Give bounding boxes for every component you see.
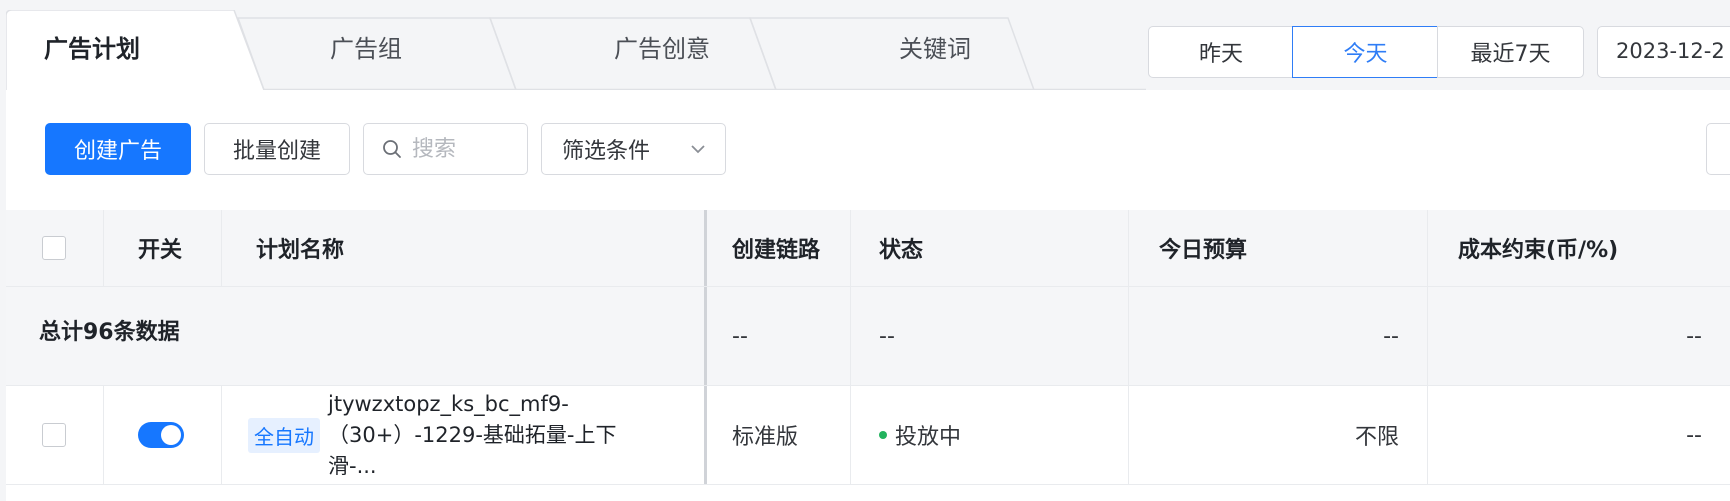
header-cost-constraint: 成本约束(币/%) bbox=[1458, 238, 1619, 263]
total-label: 总计96条数据 bbox=[6, 287, 707, 385]
tab-bar: 广告计划 广告组 广告创意 关键词 昨天 今天 最近7天 2023-12-2 bbox=[6, 10, 1730, 90]
filter-label: 筛选条件 bbox=[562, 139, 651, 164]
total-status: -- bbox=[851, 287, 1129, 385]
toggle-knob bbox=[161, 425, 181, 445]
row-create-link: 标准版 bbox=[707, 386, 851, 484]
status-dot bbox=[879, 431, 887, 439]
row-checkbox[interactable] bbox=[42, 423, 66, 447]
date-picker[interactable]: 2023-12-2 bbox=[1597, 26, 1730, 78]
date-option-last-7-days[interactable]: 最近7天 bbox=[1437, 26, 1584, 78]
batch-create-button[interactable]: 批量创建 bbox=[204, 123, 350, 175]
row-plan-name-cell: 全自动 jtywzxtopz_ks_bc_mf9-（30+）-1229-基础拓量… bbox=[222, 386, 707, 484]
row-switch-cell bbox=[104, 386, 222, 484]
select-all-checkbox[interactable] bbox=[42, 236, 66, 260]
status-text: 投放中 bbox=[895, 425, 962, 450]
row-select-cell bbox=[6, 386, 104, 484]
total-budget: -- bbox=[1129, 287, 1428, 385]
table-total-row: 总计96条数据 -- -- -- -- bbox=[6, 287, 1730, 386]
tab-ad-creative[interactable]: 广告创意 bbox=[614, 34, 710, 64]
tab-ad-group[interactable]: 广告组 bbox=[330, 34, 402, 64]
row-cost-constraint: -- bbox=[1686, 422, 1702, 448]
search-icon bbox=[383, 140, 401, 158]
header-budget: 今日预算 bbox=[1129, 210, 1428, 286]
total-create-link: -- bbox=[707, 287, 851, 385]
search-input[interactable] bbox=[410, 135, 524, 163]
search-box bbox=[363, 123, 528, 175]
tab-ad-plan[interactable]: 广告计划 bbox=[44, 34, 140, 64]
plan-toggle-switch[interactable] bbox=[138, 422, 184, 448]
tab-shapes bbox=[6, 10, 1146, 90]
toolbar-right-control[interactable] bbox=[1706, 123, 1730, 175]
header-status: 状态 bbox=[851, 210, 1129, 286]
auto-tag: 全自动 bbox=[248, 417, 320, 453]
total-cost-constraint: -- bbox=[1686, 323, 1702, 349]
table-header-row: 开关 计划名称 创建链路 状态 今日预算 成本约束(币/%) bbox=[6, 210, 1730, 287]
create-ad-button[interactable]: 创建广告 bbox=[45, 123, 191, 175]
date-option-today[interactable]: 今天 bbox=[1292, 26, 1439, 78]
row-budget[interactable]: 不限 bbox=[1129, 386, 1428, 484]
filter-select[interactable]: 筛选条件 bbox=[541, 123, 726, 175]
row-status-cell: 投放中 bbox=[851, 386, 1129, 484]
header-plan-name: 计划名称 bbox=[222, 210, 707, 286]
header-create-link: 创建链路 bbox=[707, 210, 851, 286]
table-row[interactable]: 全自动 jtywzxtopz_ks_bc_mf9-（30+）-1229-基础拓量… bbox=[6, 386, 1730, 485]
header-select-cell bbox=[6, 210, 104, 286]
date-option-yesterday[interactable]: 昨天 bbox=[1148, 26, 1294, 78]
plan-name-link[interactable]: jtywzxtopz_ks_bc_mf9-（30+）-1229-基础拓量-上下滑… bbox=[328, 389, 628, 482]
chevron-down-icon bbox=[691, 145, 705, 154]
ad-management-panel: 广告计划 广告组 广告创意 关键词 昨天 今天 最近7天 2023-12-2 创… bbox=[6, 10, 1730, 501]
header-switch: 开关 bbox=[104, 210, 222, 286]
tab-keywords[interactable]: 关键词 bbox=[899, 34, 971, 64]
